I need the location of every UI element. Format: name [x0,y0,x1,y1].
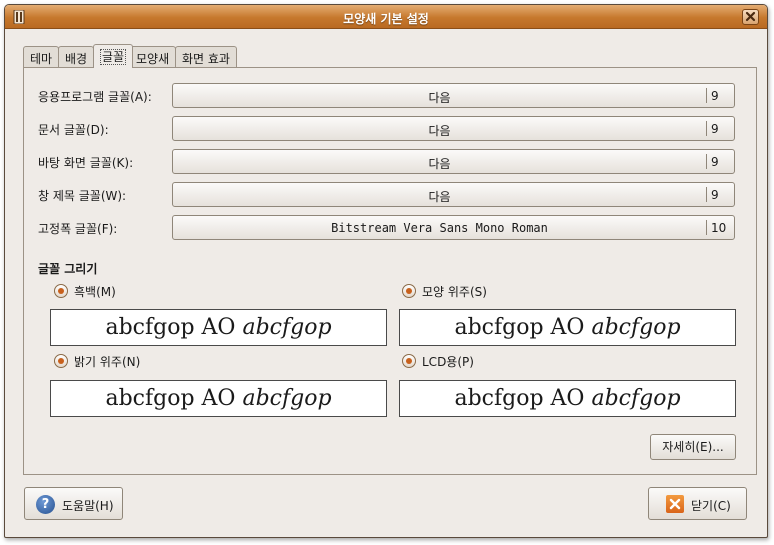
radio-label: 밝기 위주(N) [74,355,141,369]
font-name: 다음 [428,190,451,204]
separator [706,187,707,202]
font-size: 9 [711,122,719,136]
tab-label: 배경 [65,52,88,66]
fixed-width-font-button[interactable]: Bitstream Vera Sans Mono Roman 10 [172,215,735,240]
font-size: 10 [711,221,727,235]
tab-visual-effects[interactable]: 화면 효과 [175,46,237,67]
help-button-label: 도움말(H) [62,499,114,513]
radio-icon[interactable] [54,284,68,298]
window-close-button[interactable] [742,9,759,25]
font-size: 9 [711,89,719,103]
radio-icon[interactable] [402,354,416,368]
document-font-label: 문서 글꼴(D): [38,123,109,137]
preview-best-contrast: abcfgop AO abcfgop [50,380,387,417]
font-name: 다음 [428,157,451,171]
rendering-section-title: 글꼴 그리기 [38,262,98,276]
separator [706,88,707,103]
title-bar[interactable]: 모양새 기본 설정 [5,5,767,29]
preview-italic-text: abcfgop [591,386,681,411]
radio-icon[interactable] [54,354,68,368]
preview-monochrome: abcfgop AO abcfgop [50,309,387,346]
preview-italic-text: abcfgop [591,315,681,340]
preferences-window: 모양새 기본 설정 테마 배경 글꼴 모양새 화면 효과 응용프로그램 글꼴(A… [4,4,768,538]
close-icon [745,11,756,22]
tab-label: 글꼴 [100,49,127,65]
close-x-icon [666,495,684,513]
radio-label: LCD용(P) [422,355,474,369]
tab-label: 화면 효과 [182,52,230,66]
preview-italic-text: abcfgop [242,386,332,411]
tab-label: 모양새 [136,52,170,66]
tab-interface[interactable]: 모양새 [129,46,177,67]
fonts-panel: 응용프로그램 글꼴(A): 다음 9 문서 글꼴(D): 다음 9 바탕 화면 … [23,67,757,475]
preview-subpixel-lcd: abcfgop AO abcfgop [399,380,736,417]
details-button[interactable]: 자세히(E)... [650,434,736,460]
separator [706,154,707,169]
desktop-font-label: 바탕 화면 글꼴(K): [38,156,134,170]
tab-fonts[interactable]: 글꼴 [93,44,134,68]
preview-regular-text: abcfgop AO [105,386,243,411]
font-size: 9 [711,155,719,169]
window-title-font-button[interactable]: 다음 9 [172,182,735,207]
document-font-button[interactable]: 다음 9 [172,116,735,141]
fixed-width-font-label: 고정폭 글꼴(F): [38,222,118,236]
help-icon: ? [36,495,55,514]
desktop-font-button[interactable]: 다음 9 [172,149,735,174]
window-title-font-label: 창 제목 글꼴(W): [38,189,127,203]
font-name: Bitstream Vera Sans Mono Roman [331,221,548,235]
tab-label: 테마 [30,52,53,66]
font-size: 9 [711,188,719,202]
radio-label: 모양 위주(S) [422,285,487,299]
radio-icon[interactable] [402,284,416,298]
font-name: 다음 [428,91,451,105]
separator [706,121,707,136]
separator [706,220,707,235]
preview-regular-text: abcfgop AO [454,315,592,340]
close-button[interactable]: 닫기(C) [648,487,747,520]
preview-regular-text: abcfgop AO [454,386,592,411]
radio-label: 흑백(M) [74,285,116,299]
preview-italic-text: abcfgop [242,315,332,340]
font-name: 다음 [428,124,451,138]
close-button-label: 닫기(C) [691,499,731,513]
application-font-button[interactable]: 다음 9 [172,83,735,108]
help-button[interactable]: ? 도움말(H) [24,487,123,520]
preview-regular-text: abcfgop AO [105,315,243,340]
tab-theme[interactable]: 테마 [23,46,60,67]
tab-background[interactable]: 배경 [58,46,95,67]
preview-best-shapes: abcfgop AO abcfgop [399,309,736,346]
window-title: 모양새 기본 설정 [343,12,429,26]
application-font-label: 응용프로그램 글꼴(A): [38,90,152,104]
